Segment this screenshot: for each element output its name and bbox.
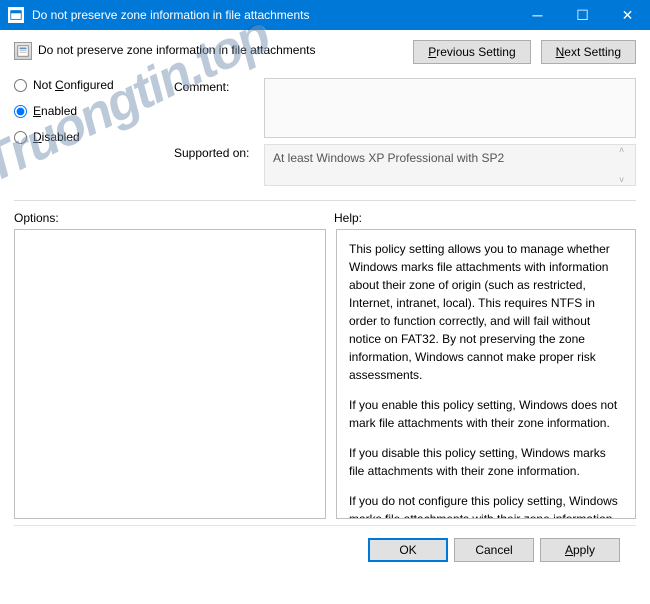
window-controls: ─ ☐ ✕ xyxy=(515,0,650,30)
radio-enabled[interactable]: Enabled xyxy=(14,104,174,118)
policy-icon xyxy=(14,42,32,60)
supported-on-label: Supported on: xyxy=(174,144,264,160)
help-pane[interactable]: This policy setting allows you to manage… xyxy=(336,229,636,519)
options-pane xyxy=(14,229,326,519)
comment-label: Comment: xyxy=(174,78,264,94)
help-paragraph: This policy setting allows you to manage… xyxy=(349,240,623,384)
options-label: Options: xyxy=(14,211,334,225)
radio-not-configured-input[interactable] xyxy=(14,79,27,92)
dialog-footer: OK Cancel Apply xyxy=(14,525,636,562)
supported-on-value: At least Windows XP Professional with SP… xyxy=(273,151,504,165)
comment-textarea[interactable] xyxy=(264,78,636,138)
maximize-button[interactable]: ☐ xyxy=(560,0,605,30)
radio-disabled-input[interactable] xyxy=(14,131,27,144)
close-button[interactable]: ✕ xyxy=(605,0,650,30)
radio-not-configured[interactable]: Not Configured xyxy=(14,78,174,92)
window-title: Do not preserve zone information in file… xyxy=(32,8,515,22)
previous-setting-button[interactable]: Previous Setting xyxy=(413,40,530,64)
radio-enabled-input[interactable] xyxy=(14,105,27,118)
titlebar: Do not preserve zone information in file… xyxy=(0,0,650,30)
minimize-button[interactable]: ─ xyxy=(515,0,560,30)
apply-button[interactable]: Apply xyxy=(540,538,620,562)
help-paragraph: If you do not configure this policy sett… xyxy=(349,492,623,519)
divider xyxy=(14,200,636,201)
state-radio-group: Not Configured Enabled Disabled xyxy=(14,78,174,192)
policy-title: Do not preserve zone information in file… xyxy=(38,40,413,57)
supported-on-box: At least Windows XP Professional with SP… xyxy=(264,144,636,186)
policy-window-icon xyxy=(8,7,24,23)
ok-button[interactable]: OK xyxy=(368,538,448,562)
cancel-button[interactable]: Cancel xyxy=(454,538,534,562)
help-label: Help: xyxy=(334,211,362,225)
help-paragraph: If you enable this policy setting, Windo… xyxy=(349,396,623,432)
next-setting-button[interactable]: Next Setting xyxy=(541,40,636,64)
radio-disabled[interactable]: Disabled xyxy=(14,130,174,144)
supported-scroll-icon: ˄˅ xyxy=(619,145,633,185)
help-paragraph: If you disable this policy setting, Wind… xyxy=(349,444,623,480)
